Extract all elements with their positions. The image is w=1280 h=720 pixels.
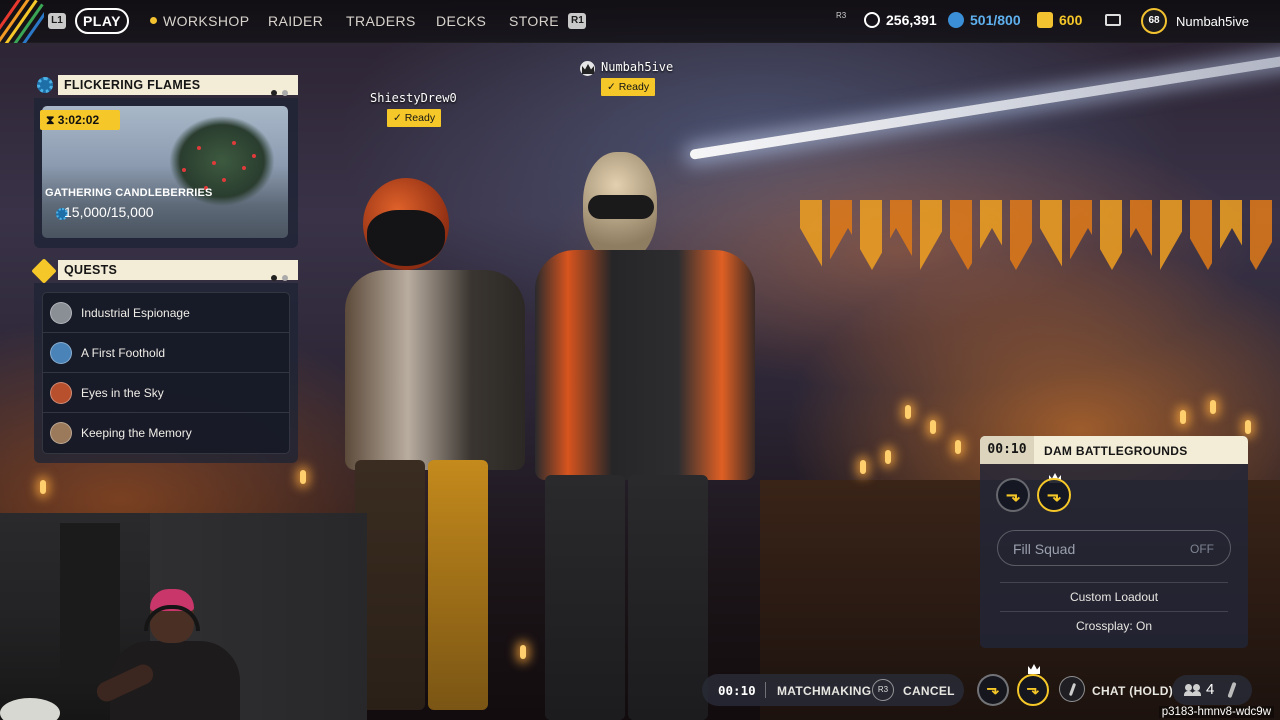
crossplay-option[interactable]: Crossplay: On: [980, 619, 1248, 633]
tab-raider[interactable]: RAIDER: [268, 13, 323, 29]
player-name: ShiestyDrew0: [370, 91, 457, 105]
coins-icon: [864, 12, 880, 28]
l1-button-hint: L1: [48, 13, 66, 29]
candle: [1210, 400, 1216, 414]
gear-icon: [37, 77, 53, 93]
event-progress: 15,000/15,000: [64, 204, 154, 220]
username[interactable]: Numbah5ive: [1176, 14, 1249, 29]
event-card[interactable]: ⧗ 3:02:02 GATHERING CANDLEBERRIES 15,000…: [34, 98, 298, 248]
event-timer: ⧗ 3:02:02: [40, 110, 120, 130]
quest-giver-avatar: [50, 382, 72, 404]
matchmaking-label: MATCHMAKING: [777, 684, 872, 698]
party-count: 4: [1206, 681, 1215, 698]
blueprint-currency-icon: [948, 12, 964, 28]
webcam-doorway: [60, 523, 120, 683]
candle: [40, 480, 46, 494]
candle: [1245, 420, 1251, 434]
quest-label: Industrial Espionage: [81, 306, 190, 320]
ready-badge: ✓ Ready: [601, 78, 656, 96]
candle: [300, 470, 306, 484]
raider-tokens-amount: 600: [1059, 12, 1083, 28]
squad-panel: 00:10 DAM BATTLEGROUNDS ⬎ ⬎ Fill Squad O…: [980, 436, 1248, 648]
custom-loadout-option[interactable]: Custom Loadout: [980, 590, 1248, 604]
tab-store[interactable]: STORE: [509, 13, 559, 29]
quests-card: Industrial Espionage A First Foothold Ey…: [34, 283, 298, 463]
fill-squad-label: Fill Squad: [1013, 541, 1076, 557]
divider: [1000, 611, 1228, 612]
chat-hold-label[interactable]: CHAT (HOLD): [1092, 684, 1173, 698]
event-title: FLICKERING FLAMES: [64, 78, 201, 92]
r3-button-hint: R3: [872, 679, 894, 701]
people-icon: [1184, 684, 1202, 696]
event-objective: GATHERING CANDLEBERRIES: [45, 187, 213, 199]
event-panel-header: FLICKERING FLAMES: [58, 75, 298, 96]
squad-panel-header: 00:10 DAM BATTLEGROUNDS: [980, 436, 1248, 464]
top-navigation-bar: L1 PLAY WORKSHOP RAIDER TRADERS DECKS ST…: [0, 0, 1280, 43]
quest-label: Keeping the Memory: [81, 426, 192, 440]
party-size-pill[interactable]: 4: [1172, 675, 1252, 705]
quest-giver-avatar: [50, 342, 72, 364]
matchmaking-timer: 00:10: [718, 683, 756, 698]
quest-giver-avatar: [50, 302, 72, 324]
player-name: Numbah5ive: [601, 60, 674, 74]
session-id: p3183-hmnv8-wdc9w: [1158, 706, 1274, 718]
divider: [1000, 582, 1228, 583]
candle: [955, 440, 961, 454]
blueprint-currency-amount: 501/800: [970, 12, 1021, 28]
quest-list: Industrial Espionage A First Foothold Ey…: [42, 292, 290, 454]
tab-workshop[interactable]: WORKSHOP: [150, 13, 249, 29]
quests-title: QUESTS: [64, 263, 118, 277]
chat-stick-icon[interactable]: [1059, 676, 1085, 702]
stick-icon: [1227, 681, 1237, 699]
quest-giver-avatar: [50, 422, 72, 444]
tab-traders[interactable]: TRADERS: [346, 13, 416, 29]
tab-play[interactable]: PLAY: [75, 8, 129, 34]
bowl: [0, 698, 60, 720]
quest-item[interactable]: Keeping the Memory: [43, 413, 289, 453]
hourglass-icon: ⧗: [46, 113, 58, 127]
squad-member-slot-leader[interactable]: ⬎: [1017, 674, 1049, 706]
crown-icon: [580, 61, 595, 76]
candle: [885, 450, 891, 464]
quest-label: Eyes in the Sky: [81, 386, 164, 400]
player-level-badge: 68: [1141, 8, 1167, 34]
candle: [520, 645, 526, 659]
quest-label: A First Foothold: [81, 346, 166, 360]
cancel-button[interactable]: CANCEL: [903, 684, 955, 698]
ready-badge: ✓ Ready: [387, 109, 442, 127]
festival-bunting: [800, 200, 1280, 270]
tab-decks[interactable]: DECKS: [436, 13, 486, 29]
quest-item[interactable]: Industrial Espionage: [43, 293, 289, 333]
raider-tokens-icon: [1037, 12, 1053, 28]
fill-squad-state: OFF: [1190, 542, 1214, 556]
map-name: DAM BATTLEGROUNDS: [1044, 444, 1188, 458]
notification-dot: [150, 17, 157, 24]
quests-panel-header: QUESTS: [58, 260, 298, 281]
squad-member-slot[interactable]: ⬎: [977, 674, 1009, 706]
mail-icon[interactable]: [1105, 14, 1121, 26]
candle: [905, 405, 911, 419]
matchmaking-bar: 00:10 MATCHMAKING R3 CANCEL: [702, 674, 964, 706]
candle: [1180, 410, 1186, 424]
queue-timer: 00:10: [980, 436, 1034, 464]
quest-item[interactable]: Eyes in the Sky: [43, 373, 289, 413]
coins-amount: 256,391: [886, 12, 937, 28]
rainbow-stripes-logo: [0, 0, 44, 43]
candle: [860, 460, 866, 474]
webcam-overlay: [0, 513, 367, 720]
squad-member-slot-leader[interactable]: ⬎: [1037, 478, 1071, 512]
fill-squad-toggle[interactable]: Fill Squad OFF: [997, 530, 1231, 566]
r3-button-hint: R3: [836, 11, 847, 20]
divider: [765, 682, 766, 698]
neon-light-beam: [689, 53, 1280, 160]
r1-button-hint: R1: [568, 13, 586, 29]
quest-item[interactable]: A First Foothold: [43, 333, 289, 373]
squad-member-slot[interactable]: ⬎: [996, 478, 1030, 512]
candle: [930, 420, 936, 434]
